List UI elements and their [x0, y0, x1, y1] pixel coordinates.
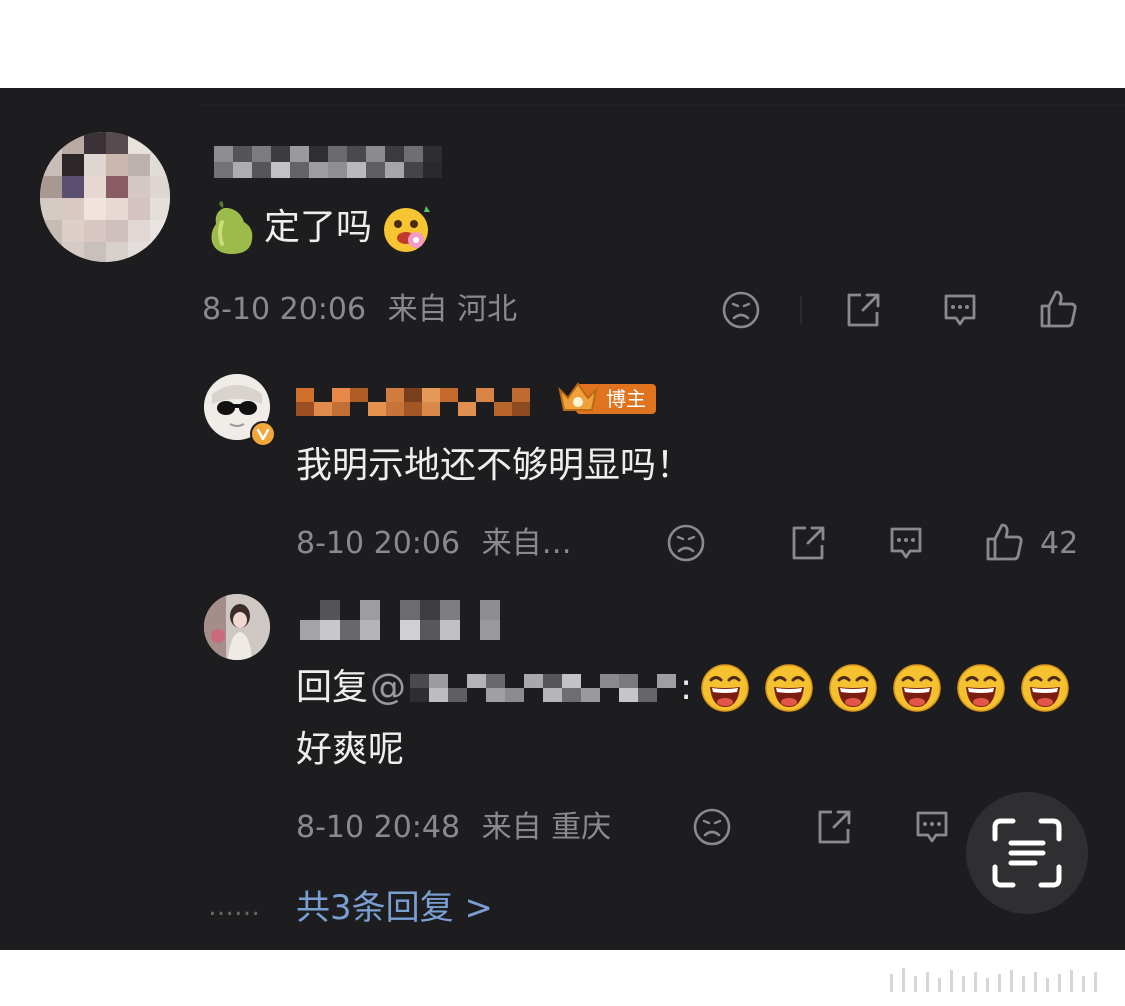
location: 来自… [481, 526, 572, 561]
reply-prefix: 回复 [296, 667, 369, 708]
drooling-emoji-icon [380, 200, 436, 256]
share-icon[interactable] [788, 523, 828, 563]
laugh-emoji-icon [956, 663, 1006, 713]
verified-icon [250, 421, 276, 447]
laugh-emoji-icon [892, 663, 942, 713]
scan-text-icon [991, 817, 1063, 893]
divider [800, 296, 802, 324]
reply-text: 我明示地还不够明显吗！ [296, 445, 693, 486]
crown-icon [556, 378, 600, 422]
avatar[interactable] [204, 594, 270, 660]
dislike-icon[interactable] [666, 523, 706, 563]
location: 来自 河北 [387, 292, 518, 327]
reply-text: 好爽呢 [296, 729, 405, 770]
more-replies-link[interactable]: 共3条回复 > [296, 888, 493, 928]
comment-thread-panel: 定了吗 8-10 20:06 来自 河北 博主 我明示地还不够明显吗！ 8-10… [0, 88, 1125, 950]
username-mosaic[interactable] [300, 600, 500, 640]
comment-icon[interactable] [912, 807, 952, 847]
comment-icon[interactable] [940, 290, 980, 330]
laugh-emoji-icon [1020, 663, 1070, 713]
watermark-bar [880, 962, 1120, 996]
divider [200, 104, 1125, 106]
dislike-icon[interactable] [692, 807, 732, 847]
username-mosaic[interactable] [296, 388, 530, 416]
like-icon[interactable] [984, 521, 1024, 563]
share-icon[interactable] [814, 807, 854, 847]
dislike-icon[interactable] [721, 290, 761, 330]
username-mosaic[interactable] [214, 146, 442, 178]
mention-at: @ [370, 667, 407, 708]
laugh-emoji-icon [828, 663, 878, 713]
timestamp: 8-10 20:48 [296, 810, 461, 845]
dots: …… [208, 892, 260, 922]
mention-colon: : [680, 667, 693, 708]
like-icon[interactable] [1038, 288, 1078, 330]
mention-mosaic[interactable] [410, 674, 677, 702]
comment-text: 定了吗 [264, 207, 373, 248]
timestamp: 8-10 20:06 [296, 526, 461, 561]
like-count: 42 [1040, 526, 1079, 561]
laugh-emoji-icon [764, 663, 814, 713]
laugh-emoji-icon [700, 663, 750, 713]
comment-icon[interactable] [886, 523, 926, 563]
share-icon[interactable] [843, 290, 883, 330]
avatar[interactable] [40, 132, 170, 262]
timestamp: 8-10 20:06 [202, 292, 367, 327]
location: 来自 重庆 [481, 810, 612, 845]
pear-emoji-icon [206, 200, 256, 256]
scan-text-button[interactable] [966, 792, 1088, 914]
